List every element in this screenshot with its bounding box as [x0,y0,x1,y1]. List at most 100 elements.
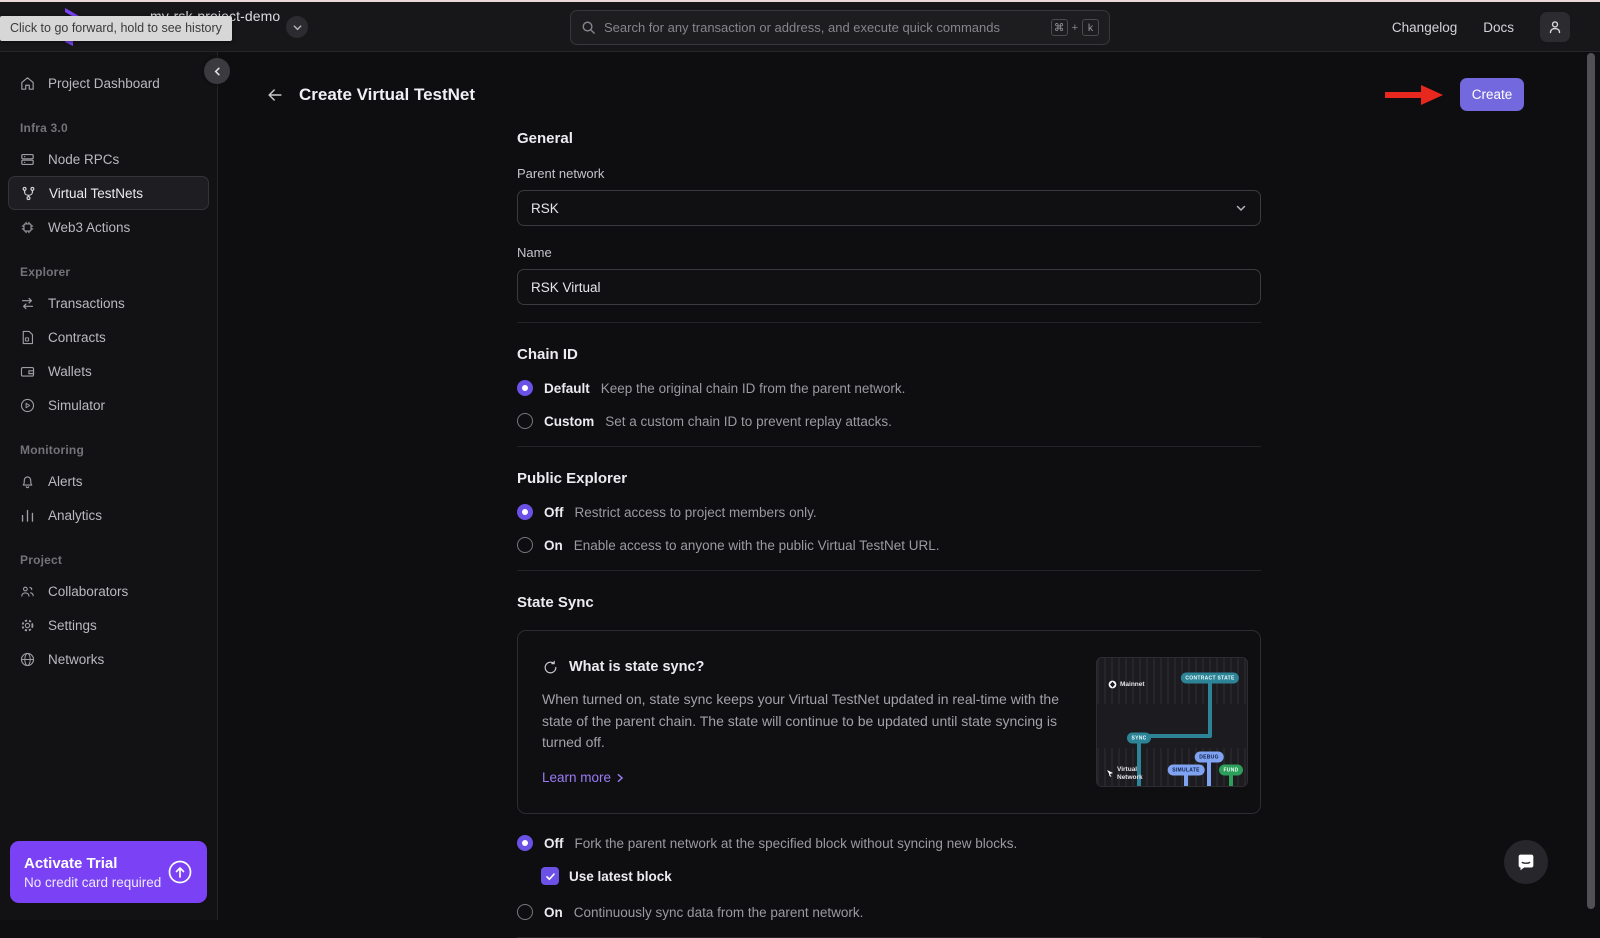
name-input[interactable] [517,269,1261,305]
arrow-up-circle-icon [167,859,193,885]
virtual-network-icon [1106,769,1114,778]
sidebar-section-project: Project [20,553,197,567]
contract-state-badge: CONTRACT STATE [1181,673,1239,684]
sidebar-item-alerts[interactable]: Alerts [8,464,209,498]
chain-id-option-custom[interactable]: Custom Set a custom chain ID to prevent … [517,413,1261,429]
users-icon [19,583,36,600]
back-button[interactable] [265,85,285,105]
debug-badge: DEBUG [1195,752,1224,763]
radio-description: Set a custom chain ID to prevent replay … [605,414,892,429]
public-explorer-heading: Public Explorer [517,470,1261,487]
sidebar-item-analytics[interactable]: Analytics [8,498,209,532]
radio-description: Restrict access to project members only. [575,505,817,520]
checkbox-checked-icon[interactable] [541,867,559,885]
state-sync-info-card: What is state sync? When turned on, stat… [517,630,1261,814]
sidebar-item-transactions[interactable]: Transactions [8,286,209,320]
state-sync-option-on[interactable]: On Continuously sync data from the paren… [517,904,1261,920]
sidebar-item-label: Project Dashboard [48,76,160,91]
sidebar-item-virtual-testnets[interactable]: Virtual TestNets [8,176,209,210]
bell-icon [19,473,36,490]
sidebar-item-label: Transactions [48,296,125,311]
sidebar-collapse-button[interactable] [204,58,230,84]
public-explorer-option-off[interactable]: Off Restrict access to project members o… [517,504,1261,520]
sidebar-item-web3-actions[interactable]: Web3 Actions [8,210,209,244]
account-menu-button[interactable] [1540,12,1570,42]
info-card-title: What is state sync? [569,659,704,675]
gear-icon [19,617,36,634]
window-edge-strip [0,0,1600,2]
sidebar-item-label: Alerts [48,474,83,489]
chain-id-heading: Chain ID [517,346,1261,363]
global-search[interactable]: ⌘ + k [570,10,1110,45]
radio-unselected-icon[interactable] [517,537,533,553]
sidebar: Project Dashboard Infra 3.0 Node RPCs Vi… [0,52,218,920]
create-button[interactable]: Create [1460,78,1524,111]
kbd-plus: + [1072,22,1078,34]
sidebar-item-contracts[interactable]: Contracts [8,320,209,354]
radio-unselected-icon[interactable] [517,904,533,920]
sidebar-item-simulator[interactable]: Simulator [8,388,209,422]
learn-more-link[interactable]: Learn more [542,770,625,785]
project-switcher-toggle[interactable] [286,16,308,38]
name-label: Name [517,245,1261,260]
sidebar-item-label: Virtual TestNets [49,186,143,201]
sidebar-item-label: Networks [48,652,104,667]
sidebar-item-settings[interactable]: Settings [8,608,209,642]
radio-selected-icon[interactable] [517,380,533,396]
simulate-badge: SIMULATE [1168,765,1205,776]
activate-trial-banner[interactable]: Activate Trial No credit card required [10,841,207,903]
diagram-mainnet-node: Mainnet [1108,680,1145,689]
kbd-k: k [1082,19,1099,36]
radio-selected-icon[interactable] [517,504,533,520]
sidebar-item-project-dashboard[interactable]: Project Dashboard [8,66,209,100]
trial-title: Activate Trial [24,855,161,872]
sidebar-item-label: Settings [48,618,97,633]
sidebar-section-infra: Infra 3.0 [20,121,197,135]
search-icon [581,20,596,35]
use-latest-block-option[interactable]: Use latest block [541,867,1261,885]
sidebar-section-monitoring: Monitoring [20,443,197,457]
home-icon [19,75,36,92]
sidebar-item-collaborators[interactable]: Collaborators [8,574,209,608]
sidebar-item-wallets[interactable]: Wallets [8,354,209,388]
radio-description: Enable access to anyone with the public … [574,538,940,553]
radio-label: Default [544,381,590,396]
learn-more-label: Learn more [542,770,611,785]
search-input[interactable] [604,20,1043,35]
wallet-icon [19,363,36,380]
sidebar-item-node-rpcs[interactable]: Node RPCs [8,142,209,176]
page-title: Create Virtual TestNet [299,85,475,105]
docs-link[interactable]: Docs [1483,20,1514,35]
swap-arrows-icon [19,295,36,312]
general-heading: General [517,130,1261,147]
parent-network-label: Parent network [517,166,1261,181]
sidebar-item-networks[interactable]: Networks [8,642,209,676]
info-card-body: When turned on, state sync keeps your Vi… [542,689,1087,754]
chain-id-option-default[interactable]: Default Keep the original chain ID from … [517,380,1261,396]
sidebar-item-label: Collaborators [48,584,128,599]
play-circle-icon [19,397,36,414]
radio-description: Fork the parent network at the specified… [575,836,1018,851]
parent-network-select[interactable]: RSK [517,190,1261,226]
radio-label: Off [544,836,564,851]
changelog-link[interactable]: Changelog [1392,20,1457,35]
radio-selected-icon[interactable] [517,835,533,851]
sidebar-item-label: Node RPCs [48,152,119,167]
sidebar-section-explorer: Explorer [20,265,197,279]
trial-subtitle: No credit card required [24,875,161,890]
mainnet-icon [1108,680,1117,689]
public-explorer-option-on[interactable]: On Enable access to anyone with the publ… [517,537,1261,553]
support-chat-button[interactable] [1504,840,1548,884]
sync-icon [542,659,559,676]
radio-label: Custom [544,414,594,429]
chevron-down-icon [292,22,303,33]
chat-bubble-icon [1515,851,1537,873]
chevron-left-icon [212,66,223,77]
radio-unselected-icon[interactable] [517,413,533,429]
scrollbar[interactable] [1587,53,1595,909]
diagram-virtual-network-node: Virtual Network [1106,766,1148,782]
sidebar-item-label: Wallets [48,364,92,379]
chevron-right-icon [615,773,625,783]
search-shortcut: ⌘ + k [1051,19,1099,36]
state-sync-option-off[interactable]: Off Fork the parent network at the speci… [517,835,1261,851]
